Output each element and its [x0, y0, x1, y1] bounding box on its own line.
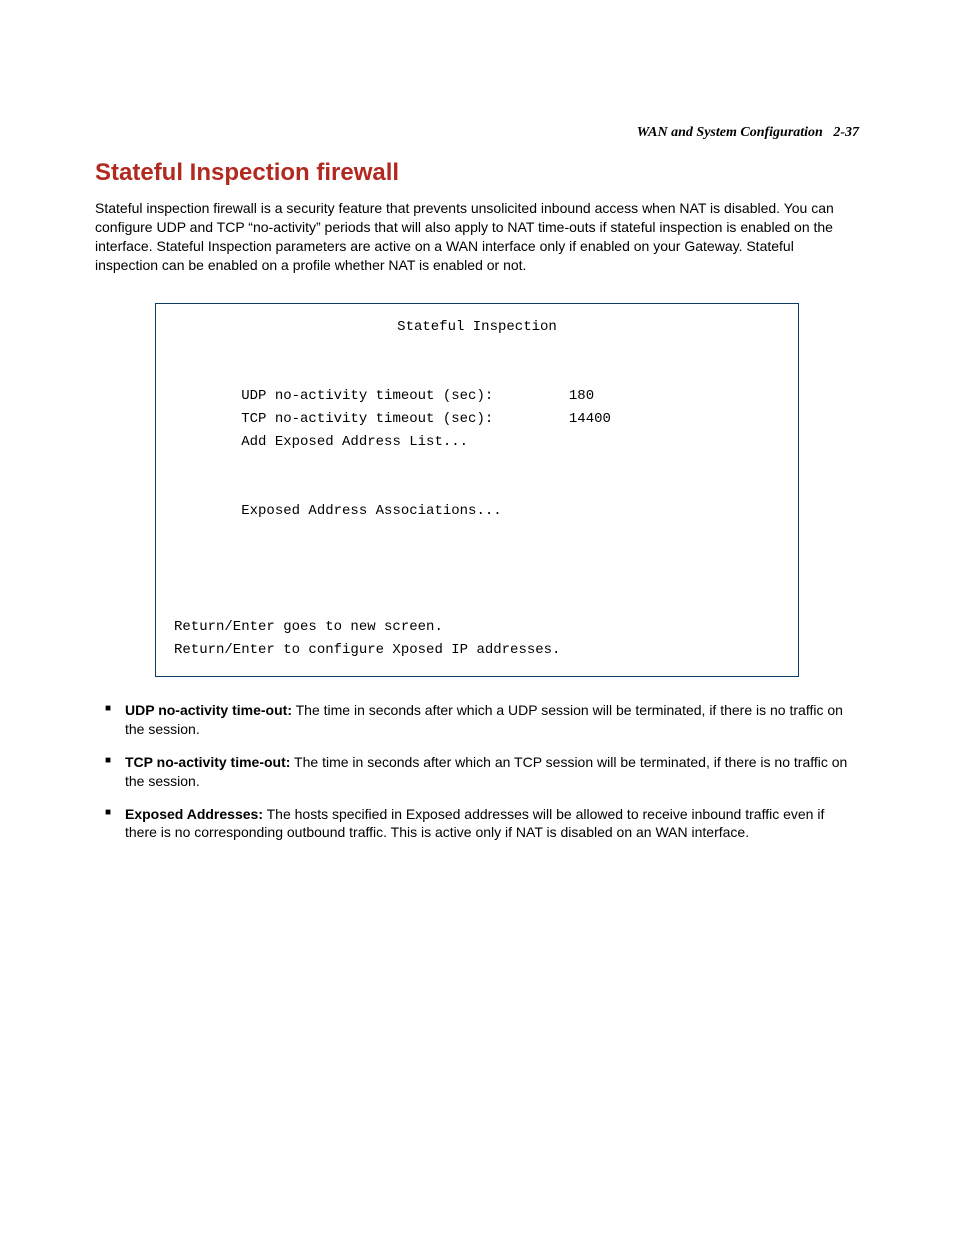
terminal-row-label: TCP no-activity timeout (sec):: [241, 411, 493, 427]
list-item: TCP no-activity time-out: The time in se…: [95, 753, 859, 791]
terminal-row-value: 180: [569, 388, 594, 404]
terminal-screen: Stateful Inspection UDP no-activity time…: [155, 303, 799, 677]
header-section: WAN and System Configuration: [637, 125, 823, 140]
page-header: WAN and System Configuration 2-37: [95, 125, 859, 141]
bullet-list: UDP no-activity time-out: The time in se…: [95, 701, 859, 842]
terminal-title: Stateful Inspection: [174, 316, 780, 339]
terminal-footer: Return/Enter to configure Xposed IP addr…: [174, 642, 560, 658]
bullet-term: Exposed Addresses:: [125, 806, 263, 822]
terminal-row-label: UDP no-activity timeout (sec):: [241, 388, 493, 404]
terminal-body: UDP no-activity timeout (sec): 180 TCP n…: [174, 362, 780, 616]
bullet-term: TCP no-activity time-out:: [125, 754, 290, 770]
terminal-row-value: 14400: [569, 411, 611, 427]
bullet-term: UDP no-activity time-out:: [125, 702, 292, 718]
list-item: Exposed Addresses: The hosts specified i…: [95, 805, 859, 843]
terminal-footer: Return/Enter goes to new screen.: [174, 619, 443, 635]
intro-paragraph: Stateful inspection firewall is a securi…: [95, 199, 859, 275]
list-item: UDP no-activity time-out: The time in se…: [95, 701, 859, 739]
header-page-num: 2-37: [833, 125, 859, 140]
terminal-row-label: Exposed Address Associations...: [241, 503, 501, 519]
terminal-row-label: Add Exposed Address List...: [241, 434, 468, 450]
page-title: Stateful Inspection firewall: [95, 159, 859, 187]
